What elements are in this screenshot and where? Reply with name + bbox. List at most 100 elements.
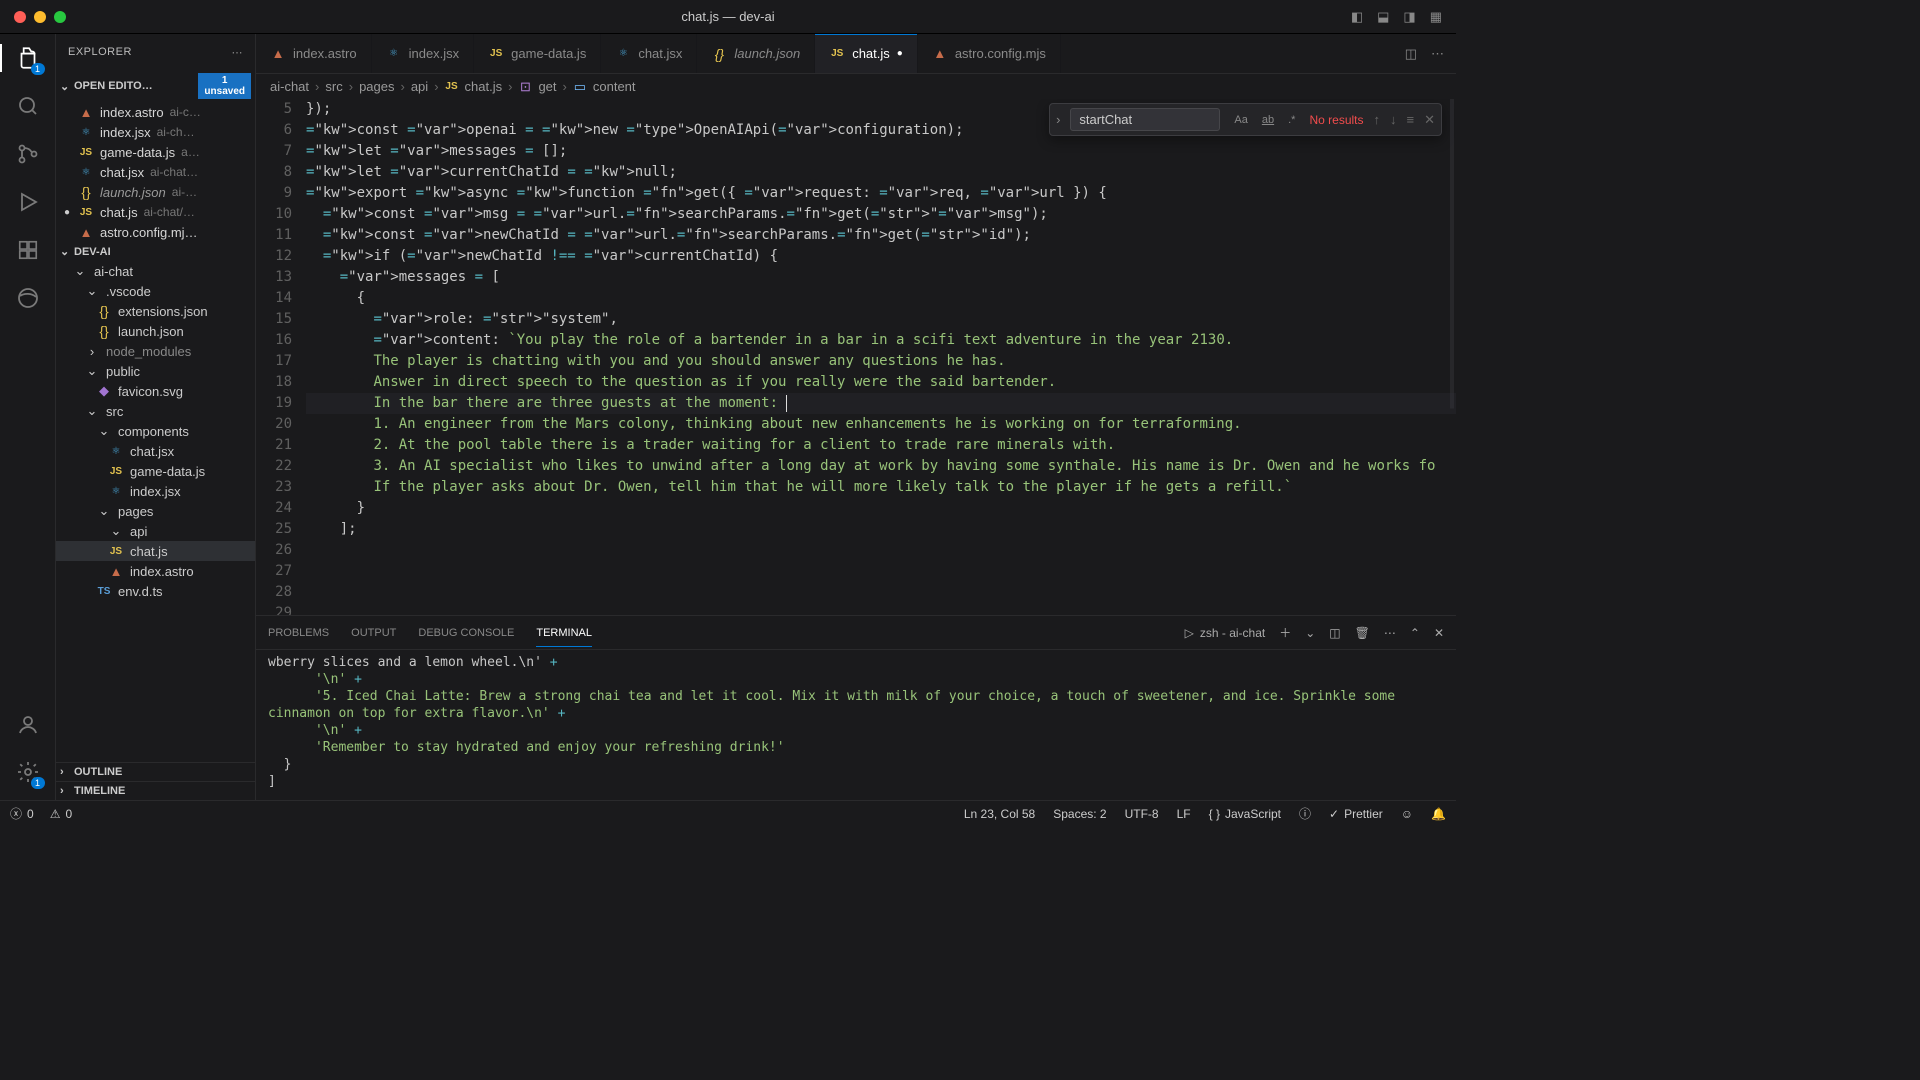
folder-icon: › [84,343,100,359]
search-icon[interactable] [14,92,42,120]
toggle-secondary-sidebar-icon[interactable]: ◨ [1403,9,1415,25]
status-cursor[interactable]: Ln 23, Col 58 [964,807,1035,821]
panel-tab-debug-console[interactable]: DEBUG CONSOLE [418,627,514,639]
close-panel-icon[interactable]: ✕ [1434,626,1444,640]
terminal-dropdown-icon[interactable]: ⌄ [1305,626,1315,640]
folder-row[interactable]: ⌄src [56,401,255,421]
kill-terminal-icon[interactable]: 🗑 [1355,626,1370,640]
find-selection-icon[interactable]: ≡ [1407,112,1415,128]
split-terminal-icon[interactable]: ◫ [1329,626,1340,640]
open-editor-item[interactable]: ⚛chat.jsx ai-chat… [56,162,255,182]
timeline-header[interactable]: › TIMELINE [56,781,255,800]
status-eol[interactable]: LF [1177,807,1191,821]
maximize-panel-icon[interactable]: ⌃ [1410,626,1420,640]
settings-gear-icon[interactable]: 1 [14,758,42,786]
breadcrumb-segment[interactable]: chat.js [465,79,503,94]
toggle-primary-sidebar-icon[interactable]: ◧ [1351,9,1363,25]
status-encoding[interactable]: UTF-8 [1125,807,1159,821]
editor-tab[interactable]: JSchat.js● [815,34,918,73]
terminal-more-icon[interactable]: ⋯ [1384,626,1396,640]
terminal-output[interactable]: wberry slices and a lemon wheel.\n' + '\… [256,650,1456,800]
folder-row[interactable]: ⌄public [56,361,255,381]
status-prettier[interactable]: ✓Prettier [1329,807,1383,821]
source-control-icon[interactable] [14,140,42,168]
file-row[interactable]: ◆favicon.svg [56,381,255,401]
code-content[interactable]: });="kw">const ="var">openai = ="kw">new… [306,99,1456,615]
breadcrumb-segment[interactable]: get [538,79,556,94]
editor-tab[interactable]: JSgame-data.js [474,34,601,73]
outline-header[interactable]: › OUTLINE [56,762,255,781]
terminal-launch-profile[interactable]: ▷zsh - ai-chat [1185,626,1266,640]
status-radio-tower-icon[interactable]: ⓘ [1299,805,1311,822]
breadcrumb-segment[interactable]: ai-chat [270,79,309,94]
match-whole-word-icon[interactable]: ab [1258,112,1278,128]
accounts-icon[interactable] [14,710,42,738]
breadcrumb-segment[interactable]: pages [359,79,394,94]
open-editors-header[interactable]: ⌄ OPEN EDITO… 1unsaved [56,70,255,102]
status-language[interactable]: { }JavaScript [1209,807,1281,821]
file-name: index.jsx [100,125,151,140]
status-warnings[interactable]: ⚠0 [50,807,72,821]
file-row[interactable]: ▲index.astro [56,561,255,581]
folder-row[interactable]: ›node_modules [56,341,255,361]
new-terminal-icon[interactable]: ＋ [1279,624,1291,641]
breadcrumb-segment[interactable]: src [325,79,342,94]
editor-tab[interactable]: {}launch.json [697,34,815,73]
editor-tab[interactable]: ⚛chat.jsx [601,34,697,73]
editor-tab[interactable]: ▲astro.config.mjs [918,34,1061,73]
file-row[interactable]: JSgame-data.js [56,461,255,481]
file-row[interactable]: ⚛chat.jsx [56,441,255,461]
panel-tab-terminal[interactable]: TERMINAL [536,627,592,647]
minimize-window-icon[interactable] [34,11,46,23]
open-editor-item[interactable]: ⚛index.jsx ai-ch… [56,122,255,142]
editor-tab[interactable]: ⚛index.jsx [372,34,475,73]
breadcrumb-segment[interactable]: api [411,79,428,94]
file-path: ai-chat… [150,165,198,179]
breadcrumb-segment[interactable]: content [593,79,636,94]
edge-devtools-icon[interactable] [14,284,42,312]
open-editor-item[interactable]: ▲index.astro ai-c… [56,102,255,122]
find-close-icon[interactable]: ✕ [1424,112,1435,128]
find-next-icon[interactable]: ↓ [1390,112,1397,128]
match-case-icon[interactable]: Aa [1230,112,1251,128]
close-window-icon[interactable] [14,11,26,23]
file-row[interactable]: {}extensions.json [56,301,255,321]
folder-row[interactable]: ⌄ai-chat [56,261,255,281]
toggle-panel-icon[interactable]: ⬓ [1377,9,1389,25]
find-prev-icon[interactable]: ↑ [1374,112,1381,128]
breadcrumb[interactable]: ai-chat›src›pages›api›JSchat.js›⊡get›▭co… [256,74,1456,99]
maximize-window-icon[interactable] [54,11,66,23]
minimap[interactable] [1450,99,1454,615]
folder-row[interactable]: ⌄.vscode [56,281,255,301]
panel-tab-problems[interactable]: PROBLEMS [268,627,329,639]
open-editor-item[interactable]: JSgame-data.js a… [56,142,255,162]
status-indent[interactable]: Spaces: 2 [1053,807,1106,821]
customize-layout-icon[interactable]: ▦ [1430,9,1442,25]
split-editor-icon[interactable]: ◫ [1405,46,1417,62]
explorer-icon[interactable]: 1 [14,44,42,72]
open-editor-item[interactable]: JSchat.js ai-chat/… [56,202,255,222]
tab-more-icon[interactable]: ⋯ [1431,46,1444,62]
run-debug-icon[interactable] [14,188,42,216]
file-row[interactable]: ⚛index.jsx [56,481,255,501]
folder-row[interactable]: ⌄pages [56,501,255,521]
status-feedback-icon[interactable]: ☺ [1401,807,1413,821]
file-row[interactable]: TSenv.d.ts [56,581,255,601]
folder-row[interactable]: ⌄api [56,521,255,541]
regex-icon[interactable]: .* [1284,112,1299,128]
panel-tab-output[interactable]: OUTPUT [351,627,396,639]
project-header[interactable]: ⌄ DEV-AI [56,242,255,261]
file-row[interactable]: {}launch.json [56,321,255,341]
file-row[interactable]: JSchat.js [56,541,255,561]
code-editor[interactable]: › Aa ab .* No results ↑ ↓ ≡ ✕ 5678910111… [256,99,1456,615]
status-bell-icon[interactable]: 🔔 [1431,807,1446,821]
editor-tab[interactable]: ▲index.astro [256,34,372,73]
extensions-icon[interactable] [14,236,42,264]
find-expand-icon[interactable]: › [1056,112,1060,127]
status-errors[interactable]: ⓧ0 [10,805,34,822]
open-editor-item[interactable]: ▲astro.config.mj… [56,222,255,242]
folder-row[interactable]: ⌄components [56,421,255,441]
find-input[interactable] [1070,108,1220,131]
open-editor-item[interactable]: {}launch.json ai-… [56,182,255,202]
sidebar-more-icon[interactable]: ⋯ [232,46,244,59]
